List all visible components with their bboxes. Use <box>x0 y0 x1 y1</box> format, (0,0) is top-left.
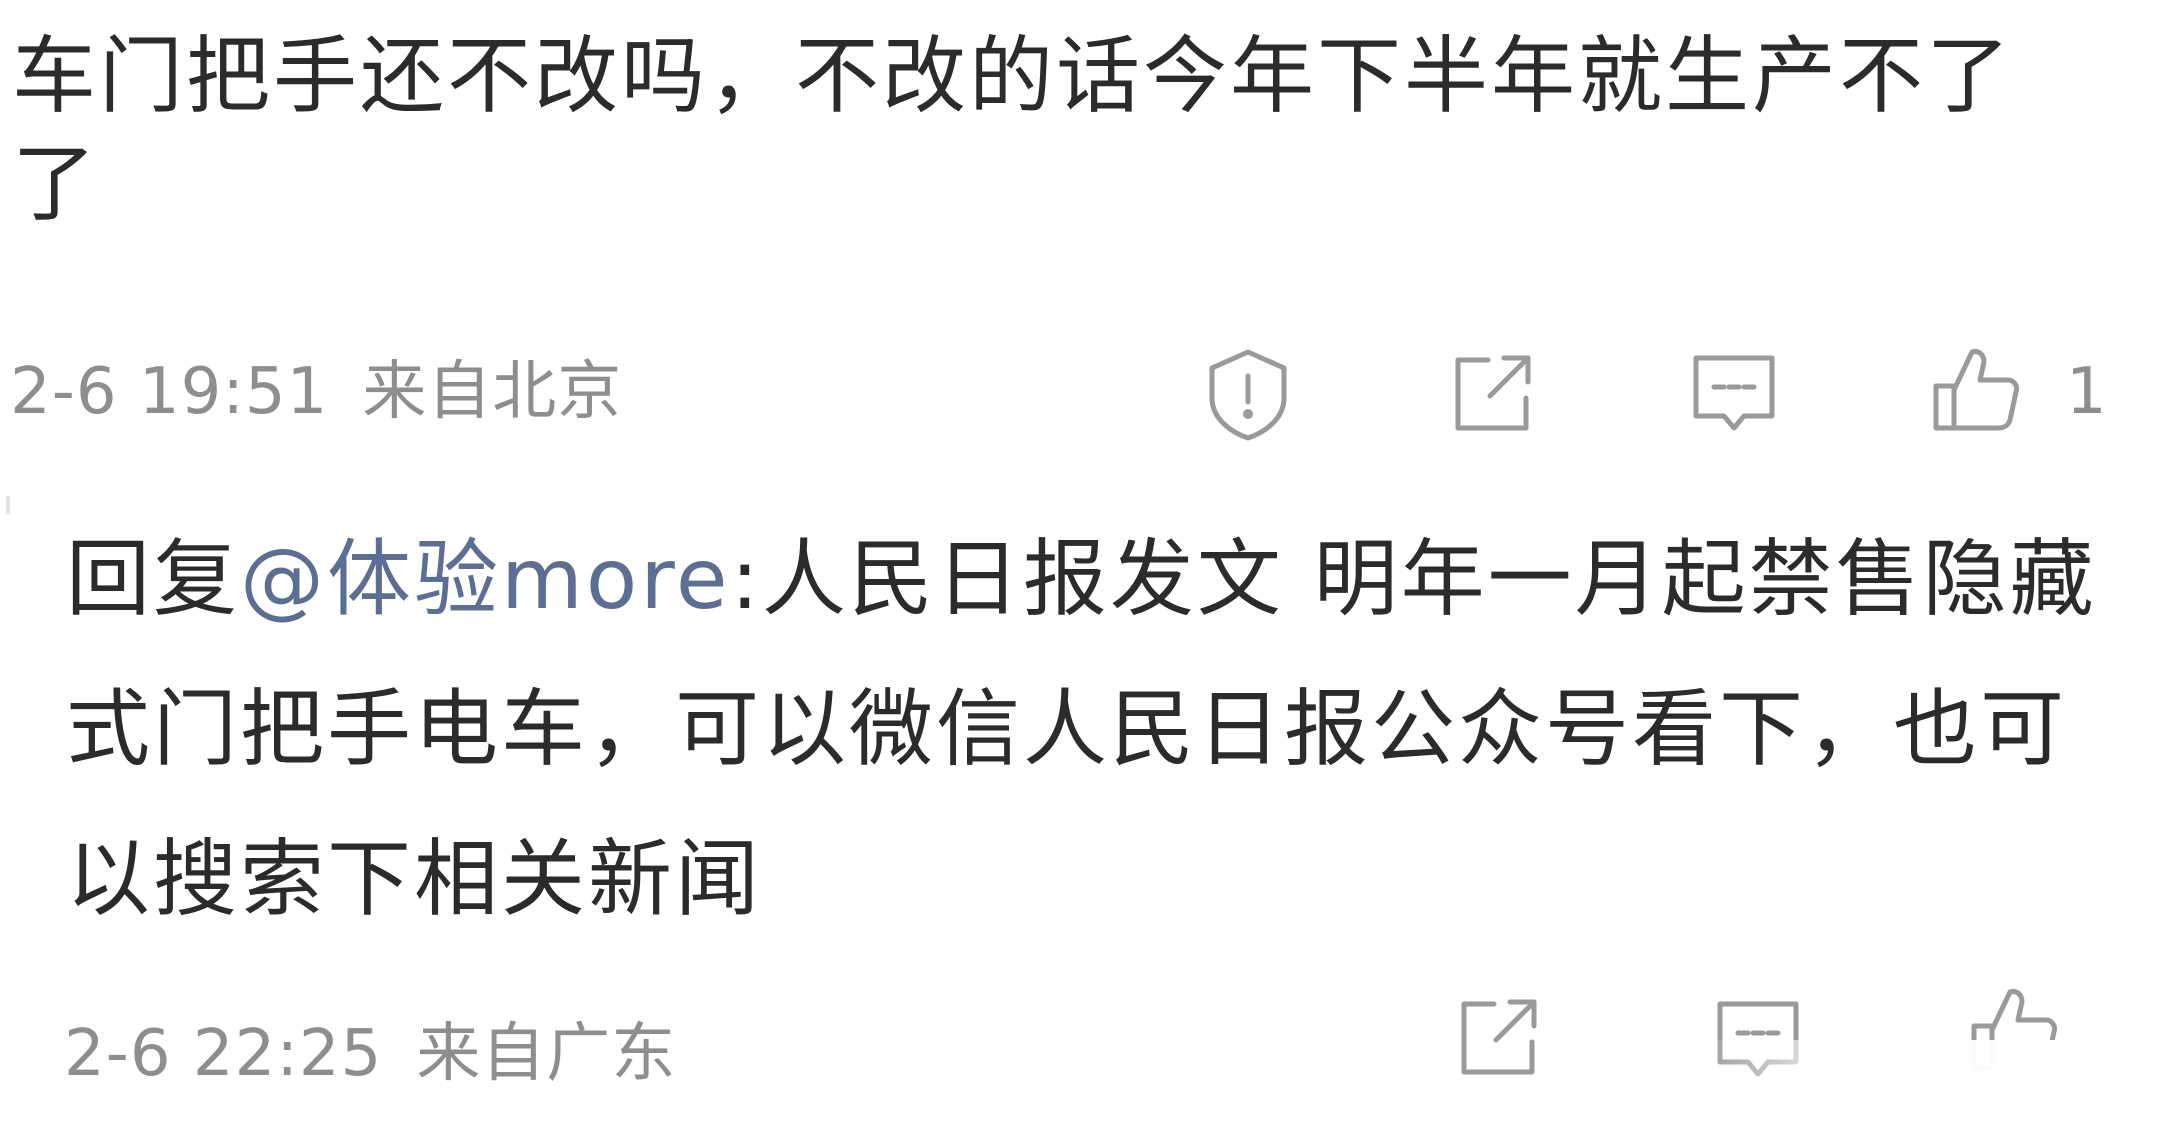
comment-timestamp: 2-6 19:51 <box>10 355 329 429</box>
reply-meta: 2-6 22:25 来自广东 <box>64 1014 676 1094</box>
reply-indicator <box>6 496 10 514</box>
reply-prefix: 回复 <box>66 530 241 628</box>
comment-location: 来自北京 <box>362 355 623 429</box>
comment-meta: 2-6 19:51 来自北京 <box>10 352 622 432</box>
reply-text: 回复@体验more:人民日报发文 明年一月起禁售隐藏式门把手电车，可以微信人民日… <box>66 504 2126 954</box>
report-icon[interactable] <box>1200 346 1296 442</box>
mention-link[interactable]: @体验more <box>240 530 731 628</box>
comment-text: 车门把手还不改吗，不改的话今年下半年就生产不了了 <box>12 27 2014 233</box>
share-icon[interactable] <box>1444 346 1540 442</box>
watermark-fade <box>1700 1040 2160 1126</box>
like-icon[interactable] <box>1928 340 2024 436</box>
reply-timestamp: 2-6 22:25 <box>64 1017 383 1091</box>
like-count: 1 <box>2066 355 2107 429</box>
comment-icon[interactable] <box>1686 346 1782 442</box>
reply-share-icon[interactable] <box>1450 990 1546 1086</box>
reply-location: 来自广东 <box>416 1017 677 1091</box>
